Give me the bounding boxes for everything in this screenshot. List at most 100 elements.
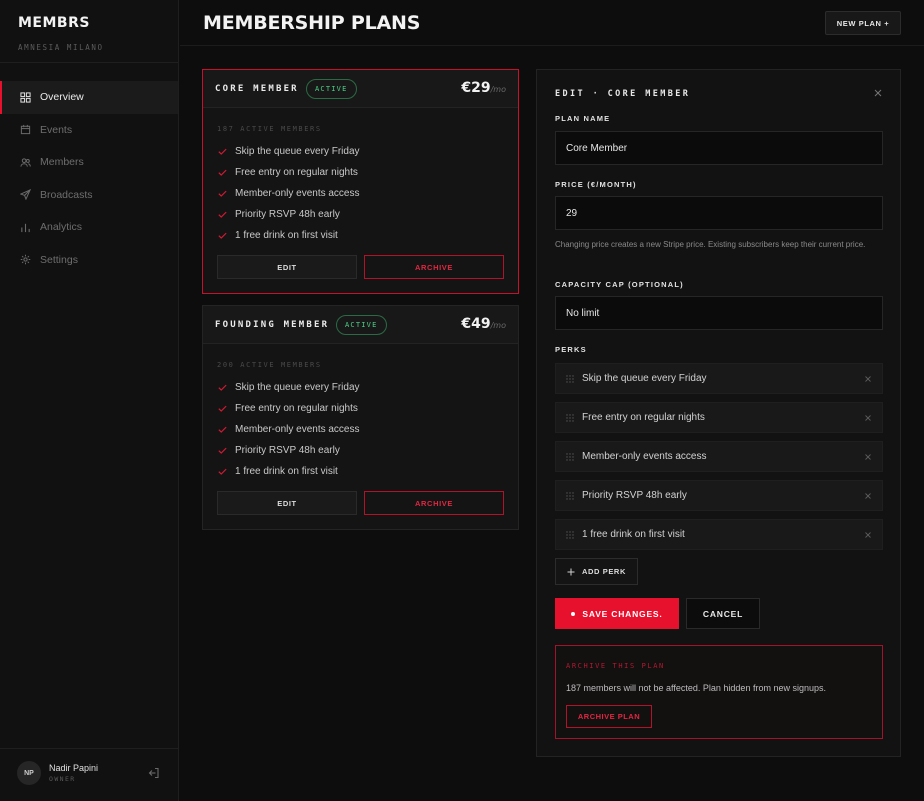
close-icon[interactable]	[874, 89, 882, 97]
sidebar-item-settings[interactable]: Settings	[0, 244, 178, 277]
drag-handle-icon[interactable]	[566, 530, 574, 539]
perk-text[interactable]: Priority RSVP 48h early	[582, 490, 687, 501]
check-icon	[218, 232, 227, 239]
archive-warning-text: 187 members will not be affected. Plan h…	[566, 683, 826, 693]
perk-item: Priority RSVP 48h early	[217, 206, 340, 222]
plan-price: €29/mo	[461, 80, 506, 96]
perk-item: Member-only events access	[217, 421, 360, 437]
archive-plan-button[interactable]: ARCHIVE	[364, 491, 504, 515]
plan-card-header: CORE MEMBER ACTIVE €29/mo	[203, 70, 518, 108]
plan-name-label: PLAN NAME	[555, 114, 611, 123]
add-perk-label: ADD PERK	[582, 567, 626, 576]
check-icon	[218, 169, 227, 176]
cancel-button[interactable]: CANCEL	[686, 598, 760, 629]
perk-row[interactable]: Skip the queue every Friday	[555, 363, 883, 394]
perk-text: Member-only events access	[235, 187, 360, 199]
venue-name: AMNESIA MILANO	[18, 43, 104, 52]
check-icon	[218, 148, 227, 155]
remove-perk-icon[interactable]	[865, 493, 871, 499]
perk-text: Free entry on regular nights	[235, 166, 358, 178]
price-label: PRICE (€/MONTH)	[555, 180, 637, 189]
capacity-label: CAPACITY CAP (OPTIONAL)	[555, 280, 684, 289]
sidebar-item-broadcasts[interactable]: Broadcasts	[0, 179, 178, 212]
sidebar-item-label: Analytics	[40, 221, 83, 234]
logout-icon[interactable]	[148, 767, 160, 779]
perk-text[interactable]: 1 free drink on first visit	[582, 529, 685, 540]
perk-text[interactable]: Free entry on regular nights	[582, 412, 705, 423]
perk-item: Member-only events access	[217, 185, 360, 201]
check-icon	[218, 405, 227, 412]
drag-handle-icon[interactable]	[566, 413, 574, 422]
drag-handle-icon[interactable]	[566, 374, 574, 383]
perk-text[interactable]: Member-only events access	[582, 451, 707, 462]
drag-handle-icon[interactable]	[566, 452, 574, 461]
remove-perk-icon[interactable]	[865, 454, 871, 460]
sidebar-divider	[0, 62, 178, 63]
gear-icon	[20, 254, 31, 265]
user-name: Nadir Papini	[49, 763, 99, 773]
edit-plan-button[interactable]: EDIT	[217, 255, 357, 279]
sidebar-item-analytics[interactable]: Analytics	[0, 211, 178, 244]
add-perk-button[interactable]: ADD PERK	[555, 558, 638, 585]
sidebar-item-events[interactable]: Events	[0, 114, 178, 147]
new-plan-button[interactable]: NEW PLAN +	[825, 11, 901, 35]
archive-section-title: ARCHIVE THIS PLAN	[566, 662, 665, 670]
perk-item: 1 free drink on first visit	[217, 463, 338, 479]
grid-icon	[20, 92, 31, 103]
price-period: /mo	[490, 85, 506, 94]
perk-item: Free entry on regular nights	[217, 400, 358, 416]
perk-item: Skip the queue every Friday	[217, 143, 360, 159]
perk-text[interactable]: Skip the queue every Friday	[582, 373, 707, 384]
avatar[interactable]: NP	[17, 761, 41, 785]
save-label: SAVE CHANGES.	[582, 608, 663, 619]
price-input[interactable]: 29	[555, 196, 883, 230]
user-role: OWNER	[49, 775, 76, 783]
price-period: /mo	[490, 321, 506, 330]
page-title: MEMBERSHIP PLANS	[203, 12, 421, 34]
dot-icon	[571, 611, 576, 616]
edit-plan-button[interactable]: EDIT	[217, 491, 357, 515]
perk-item: Free entry on regular nights	[217, 164, 358, 180]
remove-perk-icon[interactable]	[865, 415, 871, 421]
archive-plan-button[interactable]: ARCHIVE	[364, 255, 504, 279]
perk-row[interactable]: 1 free drink on first visit	[555, 519, 883, 550]
check-icon	[218, 384, 227, 391]
bar-chart-icon	[20, 222, 31, 233]
price-hint: Changing price creates a new Stripe pric…	[555, 240, 866, 249]
plan-card-founding-member[interactable]: FOUNDING MEMBER ACTIVE €49/mo 200 ACTIVE…	[202, 305, 519, 530]
sidebar-item-label: Settings	[40, 253, 78, 266]
check-icon	[218, 468, 227, 475]
sidebar-item-members[interactable]: Members	[0, 146, 178, 179]
active-members-count: 200 ACTIVE MEMBERS	[217, 361, 322, 369]
perk-text: Member-only events access	[235, 423, 360, 435]
check-icon	[218, 447, 227, 454]
perk-row[interactable]: Free entry on regular nights	[555, 402, 883, 433]
user-profile: NP Nadir Papini OWNER	[0, 748, 178, 801]
perk-text: Priority RSVP 48h early	[235, 444, 340, 456]
brand-logo[interactable]: MEMBRS	[18, 15, 90, 31]
plan-name-input[interactable]: Core Member	[555, 131, 883, 165]
plan-card-core-member[interactable]: CORE MEMBER ACTIVE €29/mo 187 ACTIVE MEM…	[202, 69, 519, 294]
plus-icon	[567, 568, 575, 575]
panel-title: EDIT · CORE MEMBER	[555, 89, 691, 99]
perk-item: Skip the queue every Friday	[217, 379, 360, 395]
perk-text: Free entry on regular nights	[235, 402, 358, 414]
check-icon	[218, 211, 227, 218]
sidebar-nav: Overview Events Members Broadcasts Analy…	[0, 81, 178, 276]
drag-handle-icon[interactable]	[566, 491, 574, 500]
check-icon	[218, 426, 227, 433]
active-members-count: 187 ACTIVE MEMBERS	[217, 125, 322, 133]
send-icon	[20, 189, 31, 201]
perk-text: Skip the queue every Friday	[235, 145, 360, 157]
remove-perk-icon[interactable]	[865, 532, 871, 538]
capacity-input[interactable]: No limit	[555, 296, 883, 330]
sidebar-item-overview[interactable]: Overview	[0, 81, 178, 114]
edit-plan-panel: EDIT · CORE MEMBER PLAN NAME Core Member…	[536, 69, 901, 757]
perk-row[interactable]: Member-only events access	[555, 441, 883, 472]
perk-text: Priority RSVP 48h early	[235, 208, 340, 220]
archive-plan-button[interactable]: ARCHIVE PLAN	[566, 705, 652, 728]
perk-row[interactable]: Priority RSVP 48h early	[555, 480, 883, 511]
remove-perk-icon[interactable]	[865, 376, 871, 382]
save-changes-button[interactable]: SAVE CHANGES.	[555, 598, 679, 629]
perk-item: 1 free drink on first visit	[217, 227, 338, 243]
